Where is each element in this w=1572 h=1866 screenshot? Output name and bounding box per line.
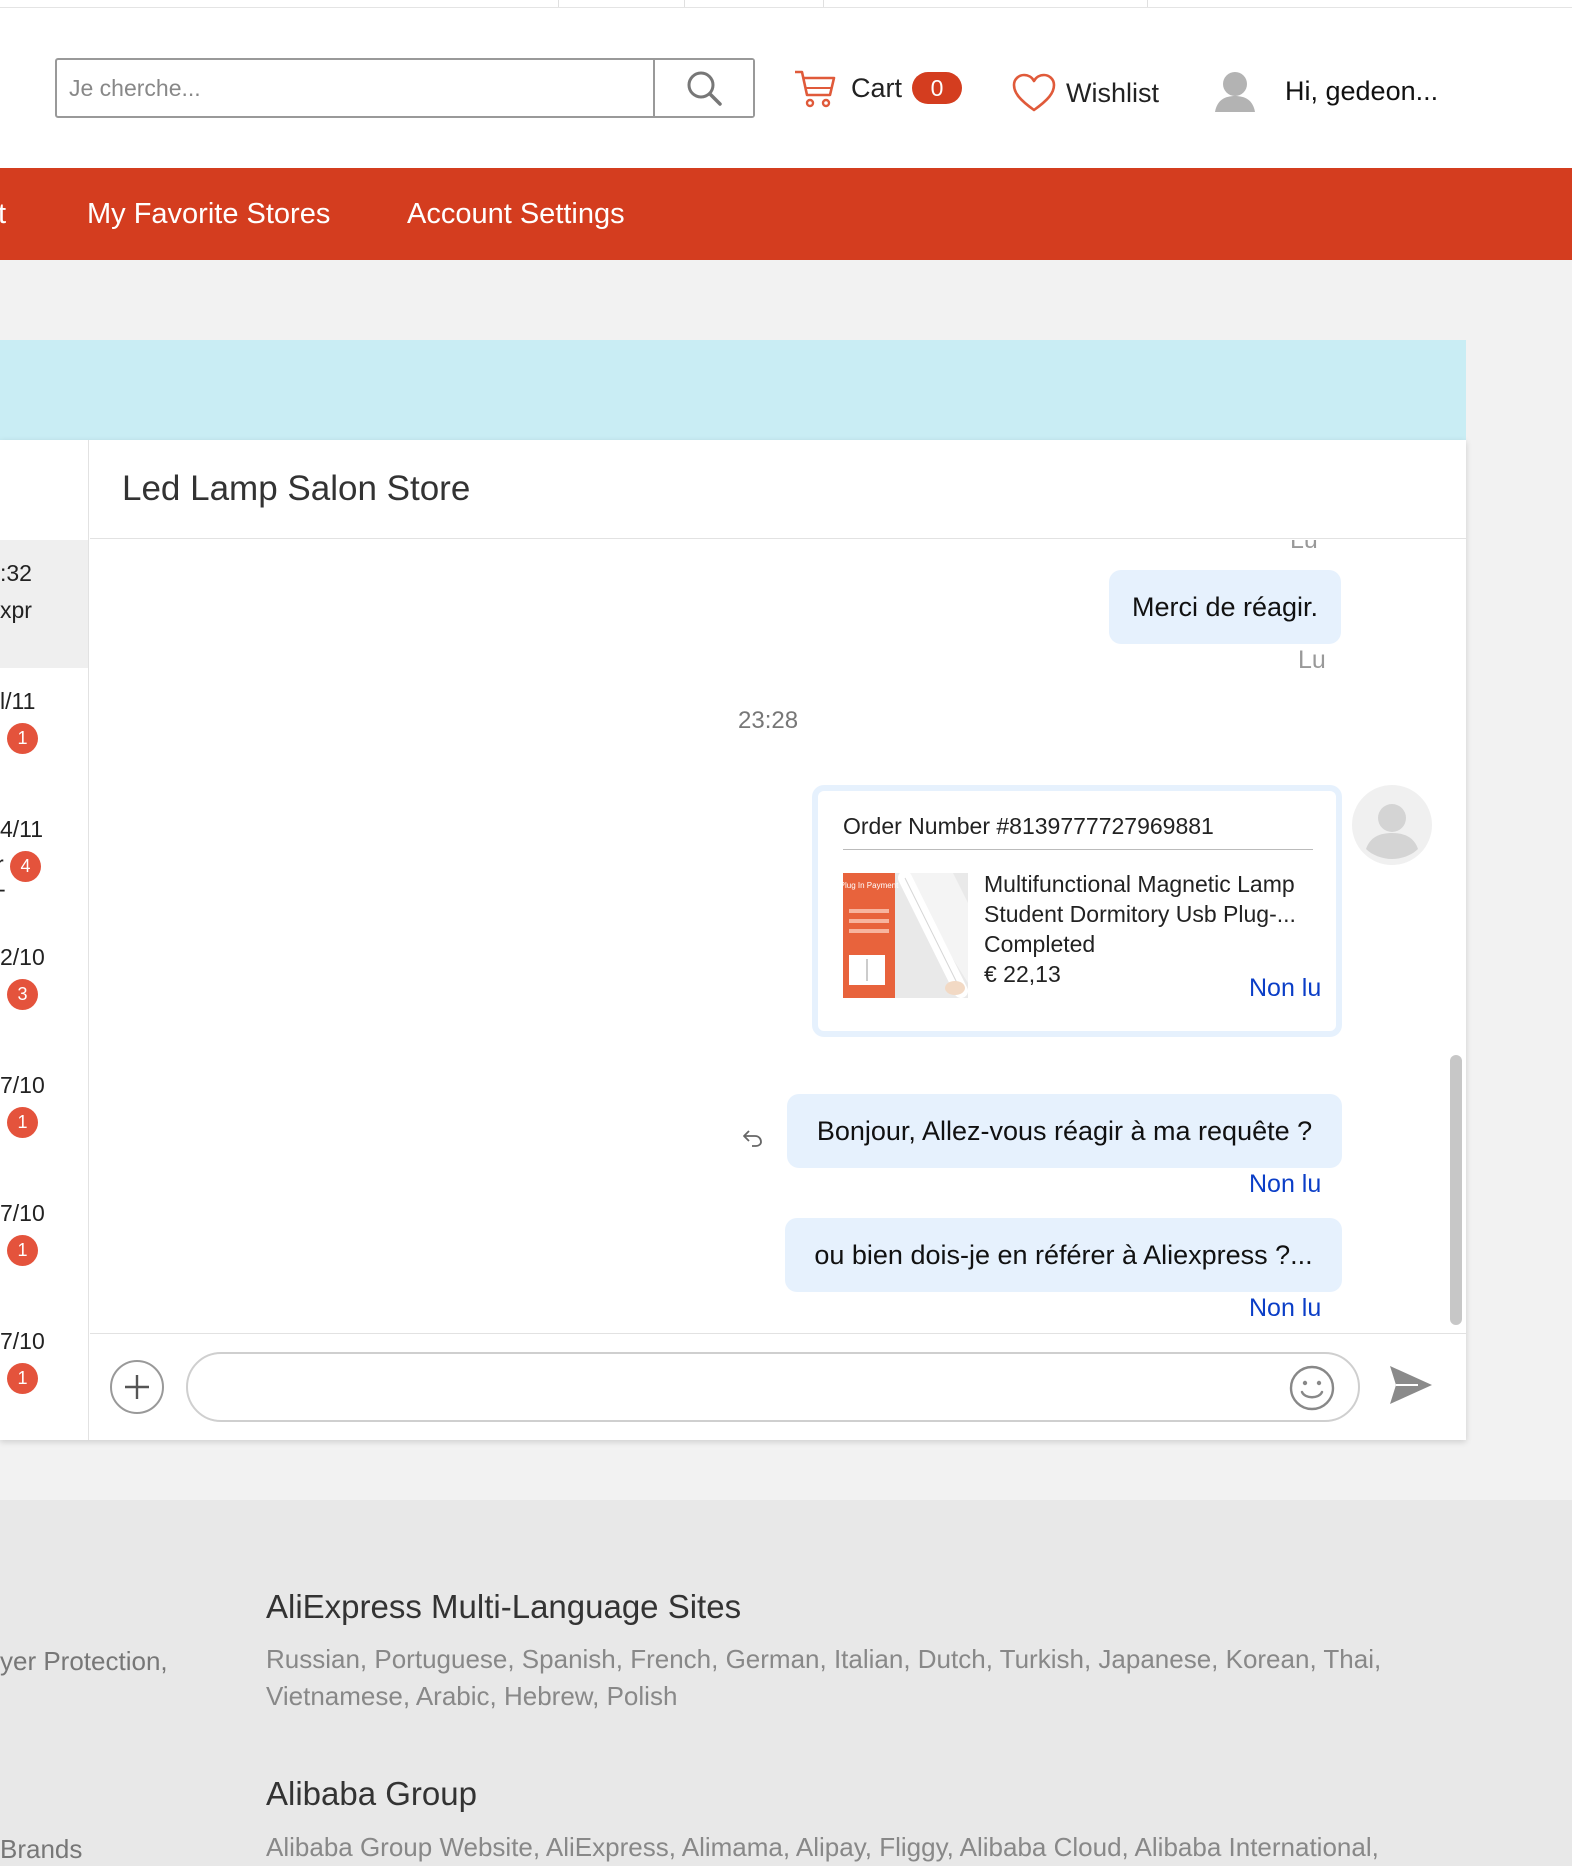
top-strip bbox=[0, 0, 1572, 8]
search-icon bbox=[687, 71, 722, 106]
unread-badge: 1 bbox=[7, 723, 38, 754]
plus-icon bbox=[125, 1375, 149, 1399]
nav-item-partial[interactable]: t bbox=[0, 168, 6, 260]
footer-left-text: yer Protection, bbox=[0, 1646, 168, 1676]
send-icon[interactable] bbox=[1388, 1364, 1434, 1406]
site-footer: yer Protection, Brands AliExpress Multi-… bbox=[0, 1500, 1572, 1866]
conversation-item[interactable]: :32 xpr bbox=[0, 540, 88, 668]
message-bubble: Bonjour, Allez-vous réagir à ma requête … bbox=[787, 1094, 1342, 1168]
product-thumbnail: Plug In Payment bbox=[843, 873, 968, 998]
conversation-date: 2/10 bbox=[0, 944, 45, 970]
footer-language-links[interactable]: Russian, Portuguese, Spanish, French, Ge… bbox=[266, 1641, 1446, 1715]
emoji-icon[interactable] bbox=[1288, 1364, 1336, 1412]
conversation-date: 7/10 bbox=[0, 1328, 45, 1354]
reply-icon[interactable] bbox=[742, 1128, 764, 1148]
nav-item-account-settings[interactable]: Account Settings bbox=[407, 168, 625, 260]
main-nav: t My Favorite Stores Account Settings bbox=[0, 168, 1572, 260]
cart-link[interactable]: Cart 0 bbox=[793, 63, 963, 113]
footer-alibaba-links[interactable]: Alibaba Group Website, AliExpress, Alima… bbox=[266, 1829, 1446, 1866]
attach-button[interactable] bbox=[110, 1360, 164, 1414]
top-strip-divider bbox=[684, 0, 685, 7]
conversation-item[interactable]: 7/10 1 bbox=[0, 1180, 88, 1308]
message-area[interactable]: Lu Merci de réagir. Lu 23:28 Order Numbe… bbox=[90, 540, 1466, 1333]
user-avatar-icon bbox=[1215, 72, 1255, 112]
search-input[interactable] bbox=[57, 60, 653, 116]
unread-badge: 4 bbox=[10, 851, 41, 882]
order-status: Completed bbox=[984, 931, 1096, 957]
conversation-preview: xpr bbox=[0, 597, 32, 623]
message-banner bbox=[0, 340, 1466, 440]
site-header: Cart 0 Wishlist Hi, gedeon... bbox=[0, 8, 1572, 168]
order-info: Multifunctional Magnetic Lamp Student Do… bbox=[984, 869, 1296, 989]
message-timestamp: 23:28 bbox=[738, 707, 799, 734]
user-account-link[interactable]: Hi, gedeon... bbox=[1213, 63, 1438, 119]
conversation-list: :32 xpr l/11 1 4/11 r - 4 2/10 3 7/10 1 bbox=[0, 440, 89, 1440]
heart-icon bbox=[1012, 73, 1056, 112]
footer-section-title: Alibaba Group bbox=[266, 1775, 477, 1812]
wishlist-link[interactable]: Wishlist bbox=[1012, 70, 1159, 116]
product-title-line1: Multifunctional Magnetic Lamp bbox=[984, 871, 1295, 897]
conversation-preview-line2: - bbox=[0, 876, 6, 903]
top-strip-divider bbox=[823, 0, 824, 7]
chat-store-title: Led Lamp Salon Store bbox=[122, 469, 471, 508]
user-avatar-icon bbox=[1352, 785, 1432, 865]
unread-badge: 1 bbox=[7, 1107, 38, 1138]
conversation-date: 4/11 bbox=[0, 816, 44, 842]
message-scrollbar[interactable] bbox=[1450, 1055, 1462, 1325]
order-divider bbox=[843, 849, 1313, 850]
unread-status: Non lu bbox=[1249, 974, 1322, 1002]
user-greeting: Hi, gedeon... bbox=[1285, 75, 1439, 106]
conversation-item[interactable]: 7/10 1 bbox=[0, 1308, 88, 1436]
chat-window: :32 xpr l/11 1 4/11 r - 4 2/10 3 7/10 1 bbox=[0, 440, 1466, 1440]
message-bubble: ou bien dois-je en référer à Aliexpress … bbox=[785, 1218, 1342, 1292]
cart-count-badge: 0 bbox=[912, 72, 963, 104]
top-strip-divider bbox=[1147, 0, 1148, 7]
conversation-date: l/11 bbox=[0, 688, 36, 714]
top-strip-divider bbox=[558, 0, 559, 7]
footer-section-title: AliExpress Multi-Language Sites bbox=[266, 1588, 742, 1625]
message-bubble: Merci de réagir. bbox=[1109, 570, 1341, 644]
conversation-item[interactable]: 2/10 3 bbox=[0, 924, 88, 1052]
message-input[interactable] bbox=[186, 1352, 1360, 1422]
conversation-date: 7/10 bbox=[0, 1072, 45, 1098]
footer-left-link[interactable]: Brands bbox=[0, 1834, 82, 1865]
search-button[interactable] bbox=[653, 60, 753, 116]
search-box bbox=[55, 58, 755, 118]
cart-label: Cart bbox=[851, 72, 903, 103]
cart-icon bbox=[795, 70, 836, 108]
chat-header: Led Lamp Salon Store bbox=[90, 440, 1466, 539]
nav-item-my-favorite-stores[interactable]: My Favorite Stores bbox=[87, 168, 330, 260]
message-composer bbox=[90, 1333, 1466, 1440]
read-status: Lu bbox=[1298, 646, 1326, 674]
chat-panel: Led Lamp Salon Store Lu Merci de réagir.… bbox=[90, 440, 1466, 1440]
wishlist-label: Wishlist bbox=[1066, 77, 1159, 108]
conversation-date: :32 bbox=[0, 560, 32, 586]
unread-status: Non lu bbox=[1249, 1294, 1322, 1322]
conversation-item[interactable]: 7/10 1 bbox=[0, 1052, 88, 1180]
unread-badge: 1 bbox=[7, 1363, 38, 1394]
unread-badge: 1 bbox=[7, 1235, 38, 1266]
page: Cart 0 Wishlist Hi, gedeon... t My Favor… bbox=[0, 0, 1572, 1866]
unread-badge: 3 bbox=[7, 979, 38, 1010]
conversation-item[interactable]: l/11 1 bbox=[0, 668, 88, 796]
conversation-item[interactable]: 4/11 r - 4 bbox=[0, 796, 88, 924]
conversation-date: 7/10 bbox=[0, 1200, 45, 1226]
conversation-preview: r bbox=[0, 851, 4, 878]
unread-status: Non lu bbox=[1249, 1170, 1322, 1198]
product-thumbnail-title: Plug In Payment bbox=[843, 881, 899, 890]
product-title-line2: Student Dormitory Usb Plug-... bbox=[984, 901, 1296, 927]
read-status: Lu bbox=[1290, 540, 1318, 554]
order-number: Order Number #8139777727969881 bbox=[843, 813, 1214, 839]
